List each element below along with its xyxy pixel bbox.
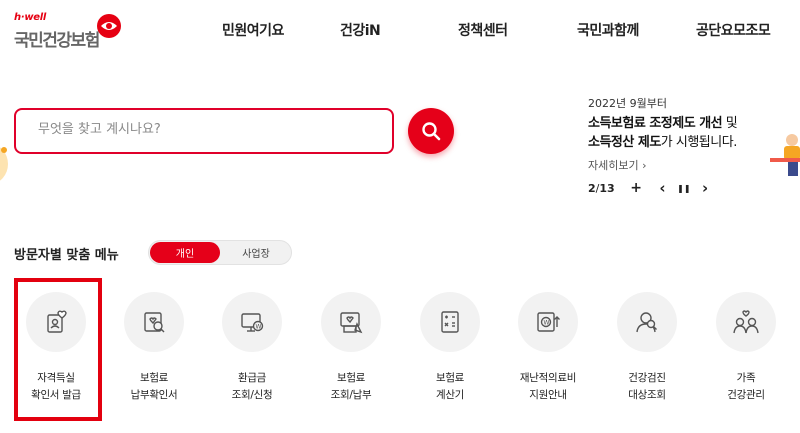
- menu-label: 가족 건강관리: [727, 372, 765, 401]
- menu-item-health-checkup[interactable]: 건강검진 대상조회: [601, 290, 691, 410]
- nav-item-policy[interactable]: 정책센터: [458, 20, 508, 40]
- calculator-icon: [441, 311, 459, 333]
- health-checkup-icon: [636, 312, 657, 333]
- nav-item-about[interactable]: 공단요모조모: [696, 20, 771, 40]
- search-input[interactable]: [38, 122, 368, 137]
- nav-item-health-in[interactable]: 건강iN: [340, 20, 381, 40]
- page: h·well 국민건강보험 민원여기요 건강iN 정책센터 국민과함께 공단요모…: [0, 0, 800, 433]
- illustration-left-icon: [0, 147, 8, 181]
- notice-title-line2-bold: 소득정산 제도: [588, 135, 661, 150]
- search-icon: [422, 122, 441, 141]
- payment-check-icon: [144, 312, 165, 333]
- visitor-toggle: 개인 사업장: [148, 240, 292, 265]
- notice-more-link[interactable]: 자세히보기 ›: [588, 157, 647, 173]
- menu-title: 방문자별 맞춤 메뉴: [14, 248, 119, 263]
- page-current: 2: [588, 181, 596, 195]
- notice-title[interactable]: 소득보험료 조정제도 개선 및 소득정산 제도가 시행됩니다.: [588, 114, 738, 152]
- add-icon[interactable]: +: [630, 180, 642, 196]
- menu-icon-circle: [420, 292, 480, 352]
- medical-cost-icon: W: [537, 312, 560, 332]
- menu-icon-circle: [321, 292, 381, 352]
- menu-item-medical-cost[interactable]: W 재난적의료비 지원안내: [502, 290, 592, 410]
- refund-icon: W: [241, 313, 264, 332]
- menu-item-premium-inquiry[interactable]: 보험료 조회/납부: [305, 290, 395, 410]
- svg-text:W: W: [544, 320, 550, 327]
- menu-label: 보험료 조회/납부: [330, 372, 372, 401]
- menu-item-refund[interactable]: W 환급금 조회/신청: [206, 290, 296, 410]
- menu-icon-circle: [617, 292, 677, 352]
- illustration-right-icon: [770, 134, 800, 176]
- notice-controls: 2 / 13 + ‹ ❚❚ ›: [588, 179, 708, 197]
- menu-icon-circle: W: [518, 292, 578, 352]
- family-icon: [733, 310, 759, 334]
- menu-label: 보험료 계산기: [435, 372, 465, 401]
- notice-title-line1-bold: 소득보험료 조정제도 개선: [588, 116, 723, 131]
- menu-icon-circle: W: [222, 292, 282, 352]
- nav-item-minwon[interactable]: 민원여기요: [222, 20, 284, 40]
- next-icon[interactable]: ›: [702, 179, 708, 197]
- notice-title-line1-plain: 및: [722, 116, 738, 131]
- menu-label: 재난적의료비 지원안내: [519, 372, 577, 401]
- menu-item-family[interactable]: 가족 건강관리: [700, 290, 790, 410]
- menu-item-payment-check[interactable]: 보험료 납부확인서: [108, 290, 198, 410]
- main-nav: 민원여기요 건강iN 정책센터 국민과함께 공단요모조모: [0, 20, 800, 44]
- menu-item-calculator[interactable]: 보험료 계산기: [404, 290, 494, 410]
- svg-text:W: W: [256, 324, 262, 331]
- search-button[interactable]: [408, 108, 454, 154]
- menu-label: 보험료 납부확인서: [130, 372, 178, 401]
- premium-inquiry-icon: [340, 312, 363, 334]
- highlight-box: [14, 278, 102, 421]
- toggle-business[interactable]: 사업장: [221, 242, 291, 263]
- nav-item-together[interactable]: 국민과함께: [577, 20, 639, 40]
- notice-title-line2-plain: 가 시행됩니다.: [660, 135, 738, 150]
- pause-icon[interactable]: ❚❚: [677, 184, 690, 193]
- menu-icon-circle: [124, 292, 184, 352]
- page-total: 13: [599, 181, 615, 195]
- search-box: [14, 108, 394, 154]
- prev-icon[interactable]: ‹: [659, 179, 665, 197]
- notice-date: 2022년 9월부터: [588, 97, 667, 110]
- menu-icon-circle: [716, 292, 776, 352]
- toggle-personal[interactable]: 개인: [150, 242, 220, 263]
- menu-label: 환급금 조회/신청: [231, 372, 273, 401]
- menu-label: 건강검진 대상조회: [628, 372, 666, 401]
